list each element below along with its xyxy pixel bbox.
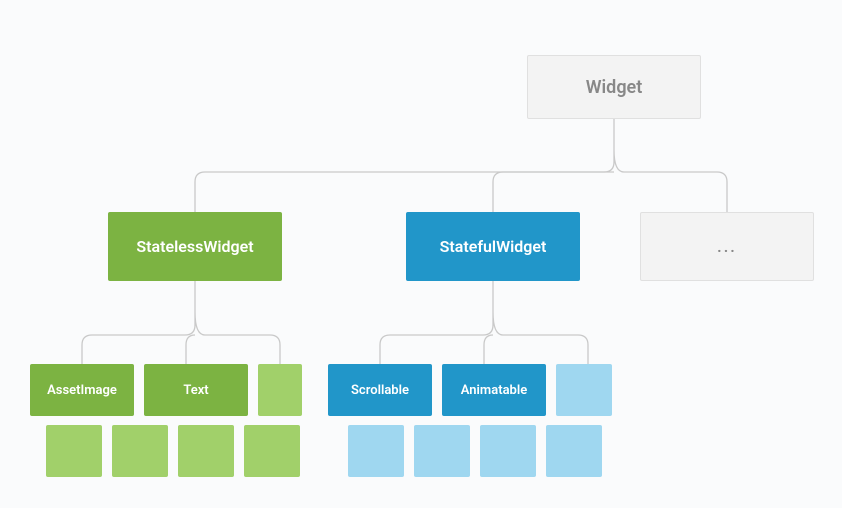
widget-root-node: Widget xyxy=(527,55,701,119)
stateful-blank-1 xyxy=(348,425,404,477)
asset-image-node: AssetImage xyxy=(30,364,134,416)
text-label: Text xyxy=(183,383,208,398)
stateless-blank-2 xyxy=(112,425,168,477)
widget-root-label: Widget xyxy=(586,77,643,98)
more-widgets-node: ... xyxy=(640,212,814,281)
scrollable-node: Scrollable xyxy=(328,364,432,416)
stateless-blank-4 xyxy=(244,425,300,477)
stateless-widget-node: StatelessWidget xyxy=(108,212,282,281)
asset-image-label: AssetImage xyxy=(47,383,117,398)
animatable-node: Animatable xyxy=(442,364,546,416)
scrollable-label: Scrollable xyxy=(351,383,409,398)
stateful-blank-leaf xyxy=(556,364,612,416)
stateful-blank-3 xyxy=(480,425,536,477)
stateful-blank-2 xyxy=(414,425,470,477)
stateful-widget-node: StatefulWidget xyxy=(406,212,580,281)
more-widgets-label: ... xyxy=(717,237,737,256)
stateful-blank-4 xyxy=(546,425,602,477)
stateless-widget-label: StatelessWidget xyxy=(136,237,253,256)
stateful-widget-label: StatefulWidget xyxy=(440,237,547,256)
stateless-blank-1 xyxy=(46,425,102,477)
stateless-blank-leaf xyxy=(258,364,302,416)
text-node: Text xyxy=(144,364,248,416)
stateless-blank-3 xyxy=(178,425,234,477)
animatable-label: Animatable xyxy=(461,383,527,398)
